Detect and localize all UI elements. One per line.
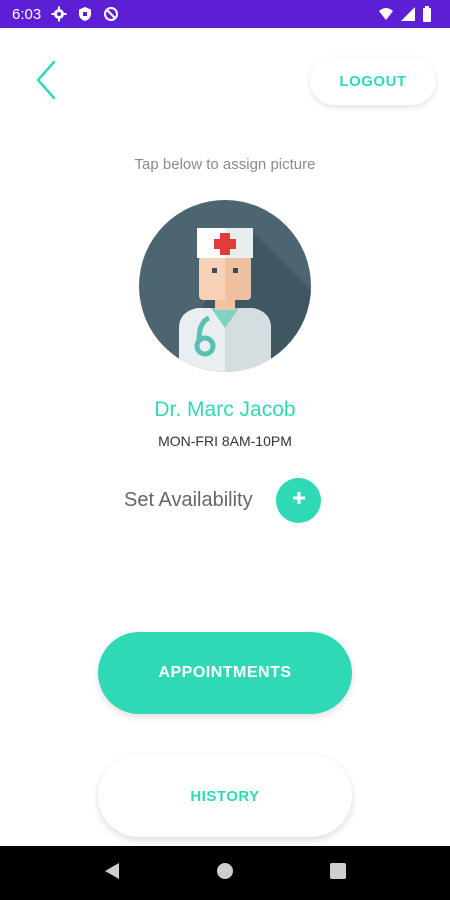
chevron-left-icon [34,60,58,105]
logout-button[interactable]: LOGOUT [310,57,436,105]
screen: 6:03 LOGOUT Tap below to assign picture … [0,0,450,900]
data-saver-icon [103,6,119,22]
doctor-avatar-icon [139,200,311,376]
set-availability-label: Set Availability [124,489,253,511]
back-button[interactable] [26,60,66,104]
back-triangle-icon [103,861,121,886]
appointments-button[interactable]: APPOINTMENTS [98,632,352,714]
battery-icon [422,6,438,22]
doctor-name: Dr. Marc Jacob [154,398,296,421]
system-nav-bar [0,846,450,900]
status-bar: 6:03 [0,0,450,28]
add-availability-button[interactable] [276,478,321,523]
assign-picture-hint: Tap below to assign picture [134,156,316,173]
status-right [378,6,438,22]
wifi-icon [378,6,394,22]
nav-home-button[interactable] [210,858,240,888]
history-button[interactable]: HISTORY [98,755,352,837]
status-time: 6:03 [12,5,42,23]
doctor-hours: MON-FRI 8AM-10PM [158,433,292,449]
shield-icon [77,6,93,22]
status-left: 6:03 [12,6,119,23]
signal-icon [400,6,416,22]
nav-back-button[interactable] [97,858,127,888]
nav-recents-button[interactable] [323,858,353,888]
home-circle-icon [215,861,235,886]
gear-icon [51,6,67,22]
plus-icon [291,490,307,511]
doctor-avatar[interactable] [139,200,311,372]
recents-square-icon [329,862,347,885]
